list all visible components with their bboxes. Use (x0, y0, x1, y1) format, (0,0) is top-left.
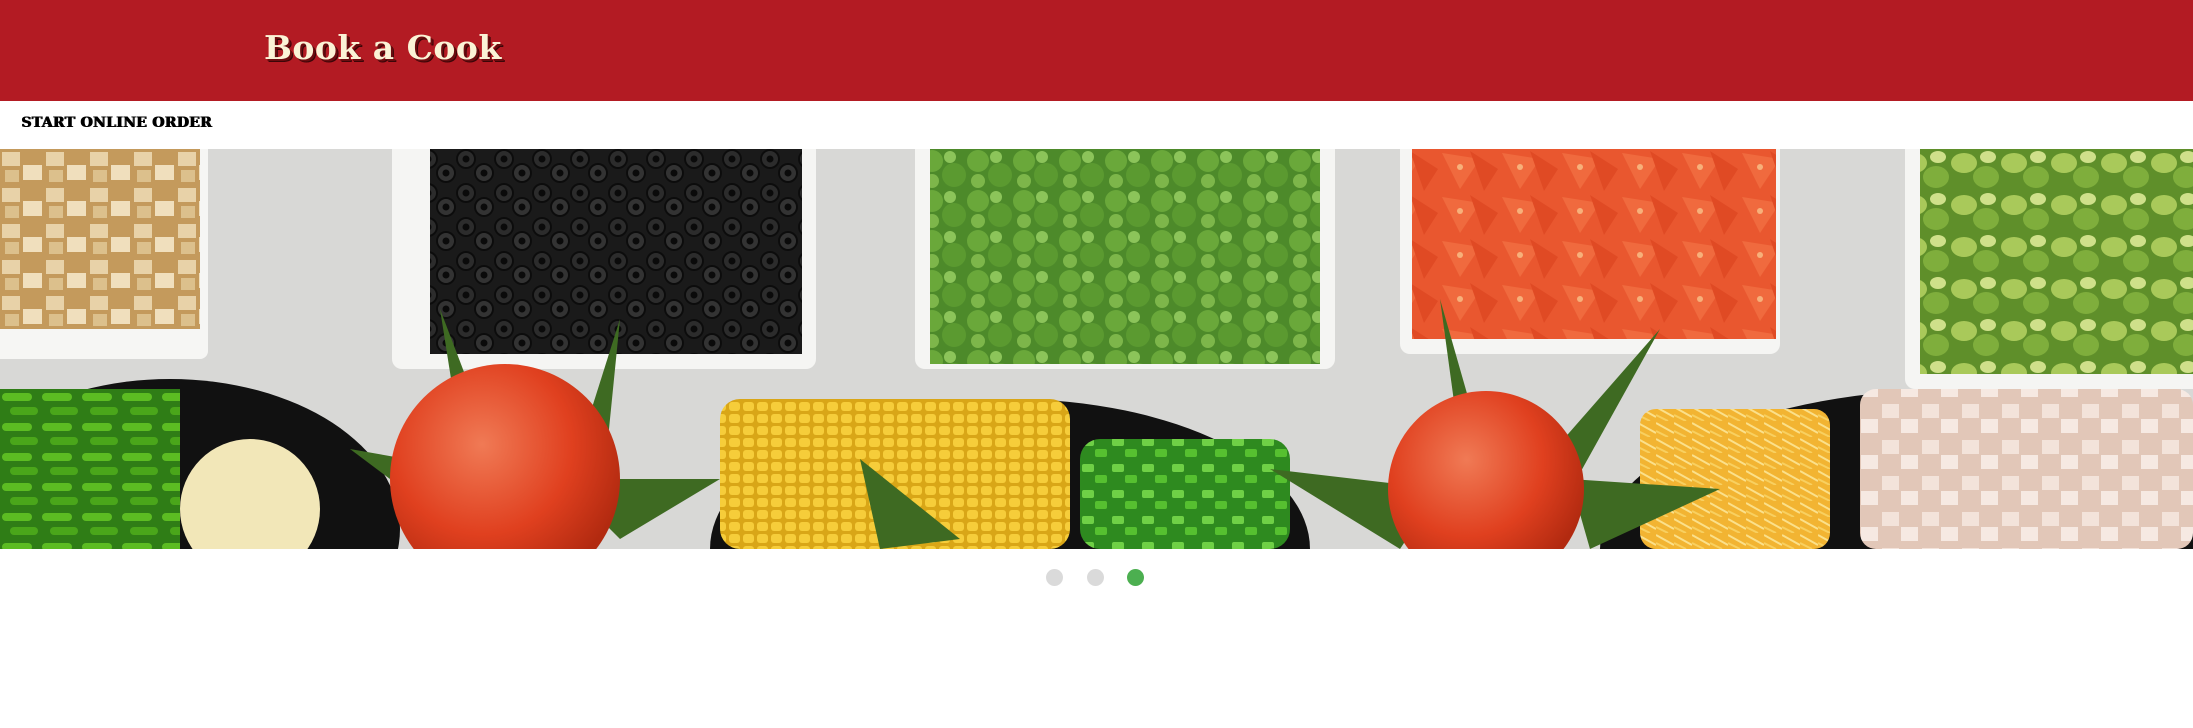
nav-bar: START ONLINE ORDER (0, 101, 2193, 149)
carousel-dot-3[interactable] (1127, 569, 1144, 586)
hero-carousel[interactable] (0, 149, 2193, 549)
carousel-indicators (0, 569, 2193, 587)
carousel-dot-1[interactable] (1046, 569, 1063, 586)
site-header: Book a Cook (0, 0, 2193, 101)
salad-bar-image (0, 149, 2193, 549)
carousel-dot-2[interactable] (1087, 569, 1104, 586)
start-online-order-link[interactable]: START ONLINE ORDER (21, 115, 212, 131)
brand-logo-text[interactable]: Book a Cook (264, 28, 502, 67)
